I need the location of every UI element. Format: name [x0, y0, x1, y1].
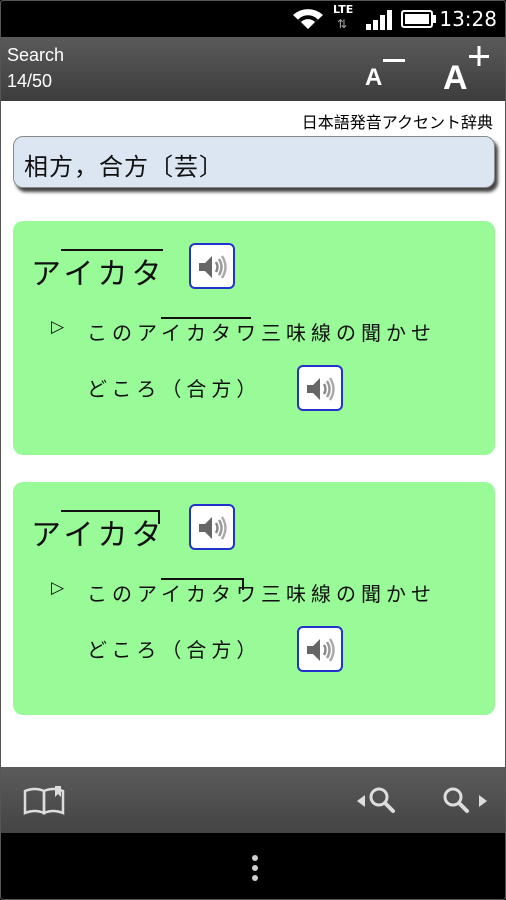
font-decrease-icon: A	[365, 59, 405, 91]
dictionary-name: 日本語発音アクセント辞典	[301, 113, 493, 132]
wifi-icon	[293, 9, 323, 29]
signal-icon	[366, 10, 392, 30]
lte-icon: LTE ⇅	[333, 3, 354, 31]
example-marker-icon: ▷	[51, 317, 65, 337]
screen-title: Search	[7, 45, 65, 65]
search-next-icon	[443, 787, 487, 813]
navigation-bar	[1, 833, 505, 899]
play-reading-button[interactable]	[189, 243, 235, 289]
overflow-menu-icon[interactable]	[245, 853, 265, 883]
headword-text: 相方，合方〔芸〕	[24, 153, 224, 181]
entry-card: アイカタ ▷ このアイカタワ三味線の聞かせ どころ（合方）	[13, 482, 495, 715]
status-time: 13:28	[439, 7, 497, 31]
speaker-icon	[307, 638, 335, 662]
result-counter: 14/50	[7, 71, 53, 91]
search-next-button[interactable]	[435, 767, 495, 833]
svg-text:A: A	[443, 59, 468, 97]
action-bar: Search 14/50 A A	[1, 37, 505, 101]
play-example-button[interactable]	[297, 365, 343, 411]
play-example-button[interactable]	[297, 626, 343, 672]
font-increase-icon: A	[443, 46, 489, 97]
bottom-toolbar	[1, 767, 505, 833]
example-sentence-cont: どころ（合方）	[87, 638, 262, 662]
search-previous-button[interactable]	[349, 767, 409, 833]
dictionary-content: 日本語発音アクセント辞典 相方，合方〔芸〕 アイカタ ▷ このアイカタワ三味線の…	[1, 101, 505, 767]
speaker-icon	[307, 377, 335, 401]
battery-icon	[401, 10, 436, 28]
speaker-icon	[199, 255, 227, 279]
example-marker-icon: ▷	[51, 578, 65, 598]
bookmark-button[interactable]	[15, 767, 75, 833]
entry-card: アイカタ ▷ このアイカタワ三味線の聞かせ どころ（合方）	[13, 221, 495, 455]
search-previous-icon	[357, 787, 395, 813]
status-bar: LTE ⇅ 13:28	[1, 1, 505, 37]
headword-box: 相方，合方〔芸〕	[13, 136, 495, 188]
font-decrease-button[interactable]: A	[353, 37, 413, 101]
example-sentence: このアイカタワ三味線の聞かせ	[87, 321, 436, 345]
speaker-icon	[199, 516, 227, 540]
entry-reading: アイカタ	[31, 518, 166, 553]
svg-text:A: A	[365, 64, 382, 91]
book-icon	[23, 786, 65, 815]
entry-reading: アイカタ	[31, 257, 166, 292]
font-increase-button[interactable]: A	[435, 37, 495, 101]
lte-label: LTE	[333, 3, 354, 16]
app-frame: LTE ⇅ 13:28 Search 14/50 A A 日本語発音アクセント辞…	[0, 0, 506, 900]
example-sentence: このアイカタワ三味線の聞かせ	[87, 582, 436, 606]
example-sentence-cont: どころ（合方）	[87, 377, 262, 401]
play-reading-button[interactable]	[189, 504, 235, 550]
